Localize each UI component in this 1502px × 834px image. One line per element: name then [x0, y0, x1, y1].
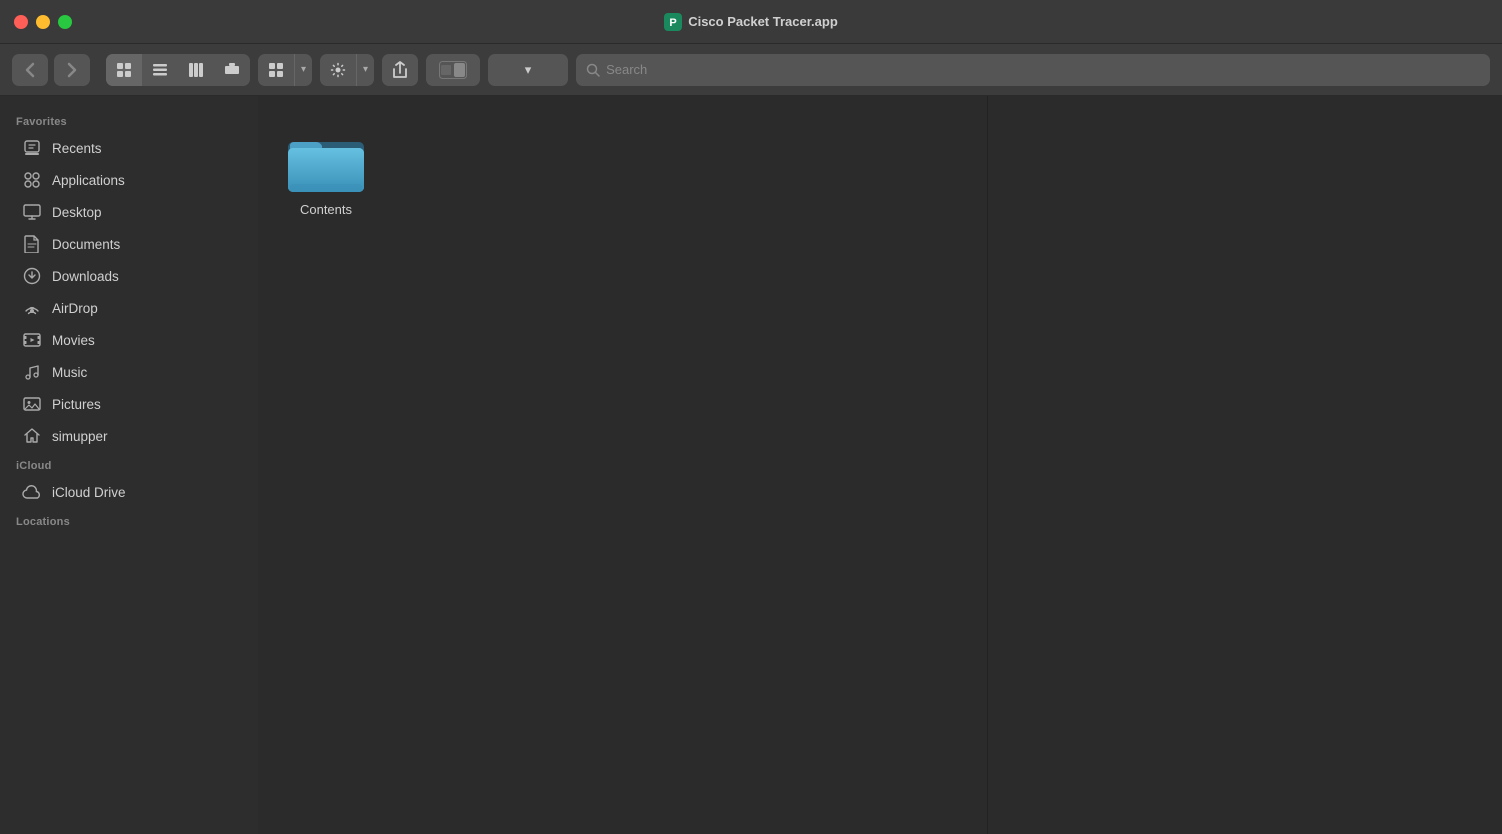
sidebar: Favorites Recents Ap [0, 96, 258, 834]
sidebar-item-movies[interactable]: Movies [6, 324, 252, 356]
forward-button[interactable] [54, 54, 90, 86]
folder-label-contents: Contents [300, 202, 352, 217]
sidebar-section-favorites: Favorites [0, 108, 258, 132]
view-dropdown-arrow[interactable]: ▾ [294, 54, 312, 86]
sidebar-label-simupper: simupper [52, 429, 108, 444]
view-dropdown-group: ▾ [258, 54, 312, 86]
sidebar-item-icloud-drive[interactable]: iCloud Drive [6, 476, 252, 508]
maximize-button[interactable] [58, 15, 72, 29]
sidebar-label-airdrop: AirDrop [52, 301, 98, 316]
sidebar-item-downloads[interactable]: Downloads [6, 260, 252, 292]
sidebar-item-airdrop[interactable]: AirDrop [6, 292, 252, 324]
title-bar: P Cisco Packet Tracer.app [0, 0, 1502, 44]
sidebar-label-recents: Recents [52, 141, 102, 156]
recents-icon [22, 138, 42, 158]
sidebar-item-pictures[interactable]: Pictures [6, 388, 252, 420]
gear-main[interactable] [320, 54, 356, 86]
movies-icon [22, 330, 42, 350]
sidebar-label-music: Music [52, 365, 87, 380]
sidebar-item-simupper[interactable]: simupper [6, 420, 252, 452]
share-button[interactable] [382, 54, 418, 86]
search-input[interactable] [606, 62, 1480, 77]
folder-item-contents[interactable]: Contents [278, 116, 374, 225]
window-controls [14, 15, 72, 29]
sidebar-label-movies: Movies [52, 333, 95, 348]
sidebar-section-icloud: iCloud [0, 452, 258, 476]
search-bar [576, 54, 1490, 86]
sidebar-item-documents[interactable]: Documents [6, 228, 252, 260]
sidebar-label-pictures: Pictures [52, 397, 101, 412]
view-list-button[interactable] [142, 54, 178, 86]
nav-group [12, 54, 90, 86]
downloads-icon [22, 266, 42, 286]
search-icon [586, 63, 600, 77]
folder-icon [286, 124, 366, 194]
gear-dropdown-arrow[interactable]: ▾ [356, 54, 374, 86]
sidebar-label-documents: Documents [52, 237, 120, 252]
desktop-icon [22, 202, 42, 222]
view-dropdown-main[interactable] [258, 54, 294, 86]
music-icon [22, 362, 42, 382]
preview-pane [988, 96, 1502, 834]
toolbar: ▾ ▾ ▾ [0, 44, 1502, 96]
view-column-button[interactable] [178, 54, 214, 86]
svg-text:P: P [670, 17, 677, 29]
view-mode-group [106, 54, 250, 86]
applications-icon [22, 170, 42, 190]
home-icon [22, 426, 42, 446]
sidebar-section-locations: Locations [0, 508, 258, 532]
airdrop-icon [22, 298, 42, 318]
close-button[interactable] [14, 15, 28, 29]
tag-dropdown[interactable]: ▾ [488, 54, 568, 86]
back-button[interactable] [12, 54, 48, 86]
sidebar-item-applications[interactable]: Applications [6, 164, 252, 196]
sidebar-label-downloads: Downloads [52, 269, 119, 284]
window-title: P Cisco Packet Tracer.app [664, 13, 838, 31]
sidebar-label-icloud-drive: iCloud Drive [52, 485, 126, 500]
documents-icon [22, 234, 42, 254]
sidebar-label-applications: Applications [52, 173, 125, 188]
sidebar-item-desktop[interactable]: Desktop [6, 196, 252, 228]
sidebar-item-music[interactable]: Music [6, 356, 252, 388]
pictures-icon [22, 394, 42, 414]
sidebar-label-desktop: Desktop [52, 205, 102, 220]
app-icon: P [664, 13, 682, 31]
sidebar-item-recents[interactable]: Recents [6, 132, 252, 164]
gear-button-group: ▾ [320, 54, 374, 86]
main-area: Favorites Recents Ap [0, 96, 1502, 834]
view-icon-button[interactable] [106, 54, 142, 86]
view-cover-button[interactable] [214, 54, 250, 86]
icloud-icon [22, 482, 42, 502]
minimize-button[interactable] [36, 15, 50, 29]
content-area: Contents [258, 96, 1502, 834]
preview-toggle-button[interactable] [426, 54, 480, 86]
file-pane: Contents [258, 96, 988, 834]
